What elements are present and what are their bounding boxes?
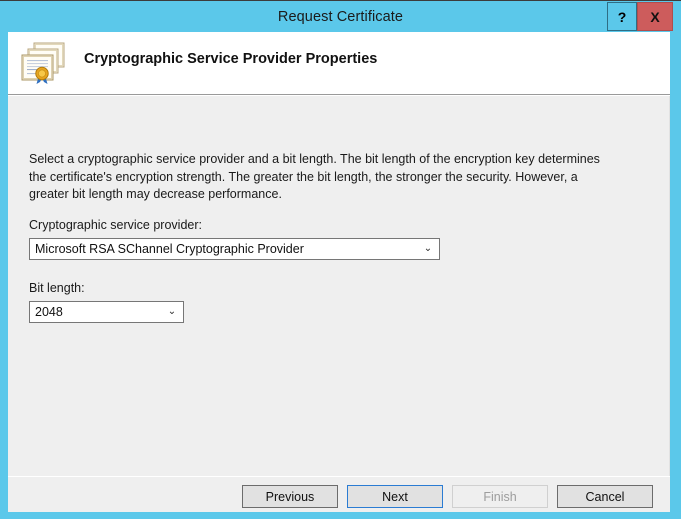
dialog-footer: Previous Next Finish Cancel: [8, 476, 670, 512]
csp-dropdown-value: Microsoft RSA SChannel Cryptographic Pro…: [35, 239, 304, 259]
previous-button[interactable]: Previous: [242, 485, 338, 508]
close-button[interactable]: X: [637, 2, 673, 31]
bit-length-dropdown-value: 2048: [35, 302, 63, 322]
request-certificate-dialog: Request Certificate ? X: [0, 0, 681, 519]
window-title: Request Certificate: [0, 2, 681, 32]
csp-dropdown[interactable]: Microsoft RSA SChannel Cryptographic Pro…: [29, 238, 440, 260]
title-bar-buttons: ? X: [607, 2, 673, 31]
footer-button-group: Previous Next Finish Cancel: [242, 485, 653, 508]
dialog-client-area: Cryptographic Service Provider Propertie…: [8, 32, 670, 512]
help-button[interactable]: ?: [607, 2, 637, 31]
dialog-header: Cryptographic Service Provider Propertie…: [8, 32, 670, 95]
next-button[interactable]: Next: [347, 485, 443, 508]
chevron-down-icon: ⌄: [422, 239, 434, 259]
certificates-stack-icon: [16, 38, 72, 88]
bit-length-label: Bit length:: [29, 281, 85, 295]
cancel-button[interactable]: Cancel: [557, 485, 653, 508]
title-bar: Request Certificate ? X: [0, 2, 681, 32]
page-title: Cryptographic Service Provider Propertie…: [84, 51, 377, 67]
chevron-down-icon: ⌄: [166, 302, 178, 322]
bit-length-dropdown[interactable]: 2048 ⌄: [29, 301, 184, 323]
dialog-body: Select a cryptographic service provider …: [8, 96, 670, 476]
finish-button: Finish: [452, 485, 548, 508]
csp-label: Cryptographic service provider:: [29, 218, 202, 232]
description-text: Select a cryptographic service provider …: [29, 151, 604, 204]
